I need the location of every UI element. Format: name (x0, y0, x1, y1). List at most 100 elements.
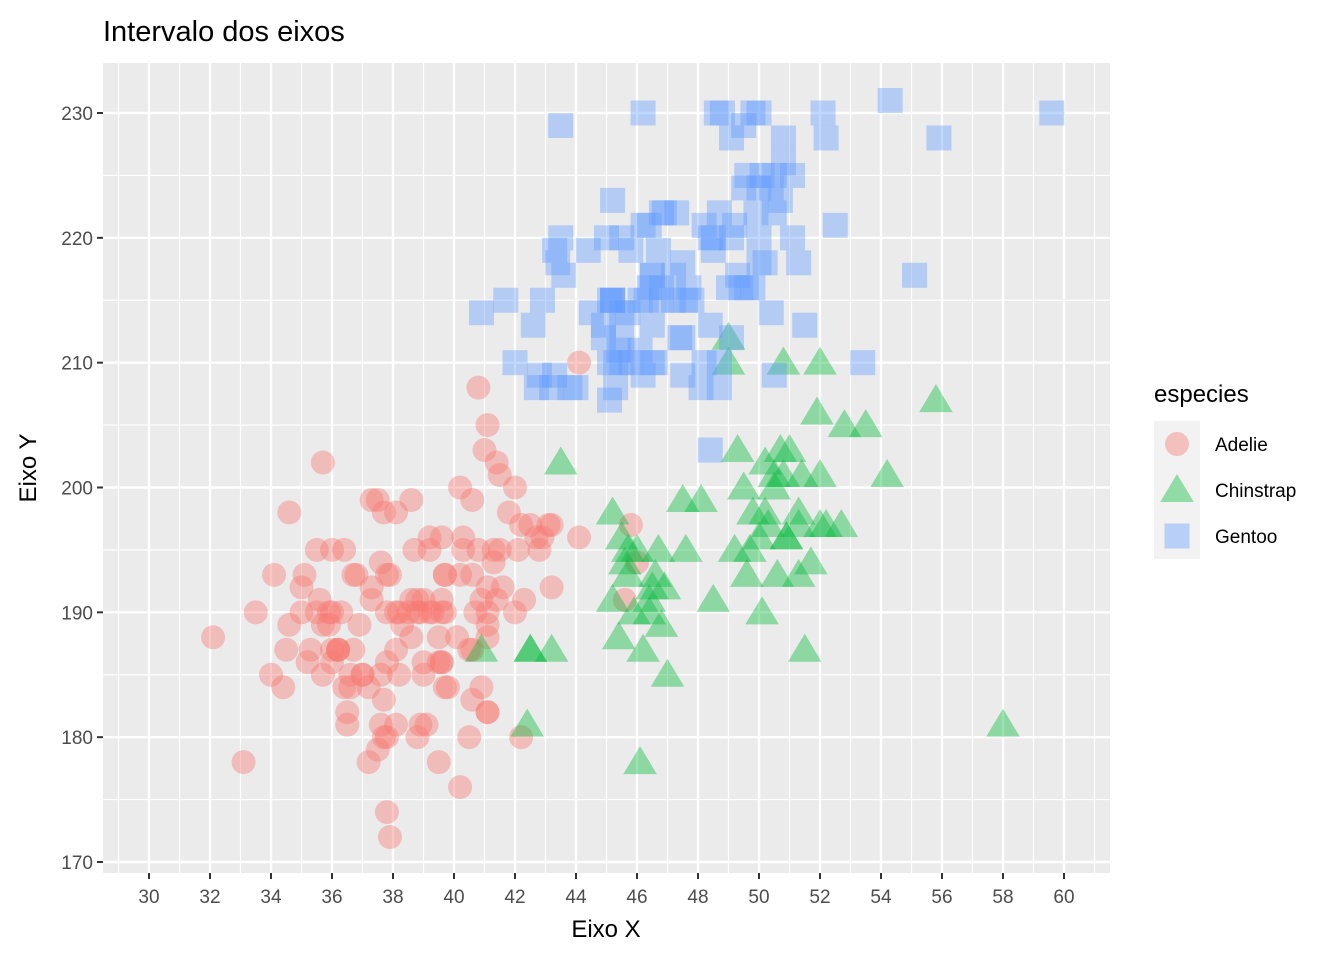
point-adelie (432, 675, 457, 700)
point-gentoo (740, 275, 766, 301)
point-adelie (371, 687, 396, 712)
point-gentoo (700, 237, 726, 263)
point-gentoo (926, 125, 952, 151)
point-adelie (377, 825, 402, 850)
x-tick-label: 36 (321, 887, 342, 908)
point-adelie (490, 575, 515, 600)
point-gentoo (691, 350, 717, 376)
point-adelie (539, 575, 564, 600)
point-adelie (262, 562, 287, 587)
point-gentoo (630, 100, 656, 126)
point-gentoo (642, 350, 668, 376)
point-gentoo (618, 237, 644, 263)
point-adelie (384, 637, 409, 662)
y-tick-label: 230 (61, 104, 93, 125)
point-gentoo (578, 300, 604, 326)
point-adelie (475, 700, 500, 725)
point-adelie (338, 675, 363, 700)
legend-label-chinstrap: Chinstrap (1215, 481, 1296, 502)
x-tick-label: 46 (626, 887, 647, 908)
x-axis-title: Eixo X (571, 916, 640, 943)
point-adelie (567, 525, 592, 550)
point-gentoo (597, 350, 623, 376)
point-gentoo (850, 350, 876, 376)
point-adelie (374, 800, 399, 825)
point-adelie (384, 712, 409, 737)
point-gentoo (691, 212, 717, 238)
point-adelie (320, 537, 344, 562)
point-adelie (457, 725, 482, 750)
y-axis: 170 180 190 200 210 220 230 (61, 104, 103, 874)
point-adelie (536, 512, 561, 537)
x-tick-label: 30 (138, 887, 159, 908)
point-adelie (201, 625, 226, 650)
point-gentoo (639, 312, 665, 338)
x-tick-label: 50 (748, 887, 769, 908)
legend-label-gentoo: Gentoo (1215, 527, 1277, 548)
point-gentoo (645, 237, 671, 263)
point-gentoo (719, 325, 745, 351)
y-tick-label: 200 (61, 479, 93, 500)
point-adelie (405, 725, 430, 750)
point-adelie (274, 637, 299, 662)
point-adelie (277, 612, 302, 637)
point-gentoo (661, 262, 687, 288)
x-tick-label: 60 (1053, 887, 1074, 908)
point-gentoo (539, 375, 565, 401)
point-gentoo (600, 287, 626, 313)
chart-title: Intervalo dos eixos (103, 16, 345, 48)
point-gentoo (761, 362, 787, 388)
point-gentoo (603, 375, 629, 401)
y-tick-label: 210 (61, 354, 93, 375)
legend-title: especies (1154, 381, 1249, 408)
x-tick-label: 40 (443, 887, 464, 908)
point-gentoo (609, 325, 635, 351)
point-adelie (417, 600, 442, 625)
point-adelie (243, 600, 268, 625)
point-adelie (310, 450, 335, 475)
x-tick-label: 42 (504, 887, 525, 908)
y-tick-label: 220 (61, 229, 93, 250)
point-adelie (448, 475, 473, 500)
point-gentoo (1039, 100, 1065, 126)
point-adelie (259, 662, 283, 687)
point-gentoo (780, 162, 806, 188)
point-gentoo (770, 125, 796, 151)
point-gentoo (813, 125, 839, 151)
point-gentoo (758, 300, 784, 326)
y-tick-label: 180 (61, 728, 93, 749)
point-gentoo (493, 287, 519, 313)
legend-label-adelie: Adelie (1215, 435, 1268, 456)
x-tick-label: 56 (931, 887, 952, 908)
point-adelie (426, 750, 451, 775)
point-adelie (429, 525, 454, 550)
point-gentoo (792, 312, 818, 338)
point-gentoo (731, 175, 757, 201)
point-adelie (365, 487, 390, 512)
point-gentoo (697, 437, 723, 463)
point-adelie (365, 737, 390, 762)
point-adelie (347, 612, 372, 637)
point-adelie (469, 675, 494, 700)
point-gentoo (520, 312, 546, 338)
point-gentoo (548, 112, 574, 138)
point-adelie (396, 600, 421, 625)
point-adelie (451, 525, 476, 550)
point-gentoo (810, 100, 836, 126)
point-adelie (374, 562, 399, 587)
point-adelie (307, 587, 332, 612)
point-adelie (277, 500, 302, 525)
point-gentoo (468, 300, 494, 326)
point-gentoo (767, 187, 793, 213)
point-gentoo (697, 312, 723, 338)
x-tick-label: 48 (687, 887, 708, 908)
x-tick-label: 44 (565, 887, 587, 908)
point-adelie (487, 463, 512, 488)
y-axis-title: Eixo Y (15, 434, 42, 503)
point-gentoo (780, 225, 806, 251)
point-gentoo (877, 88, 903, 114)
point-gentoo (743, 200, 769, 226)
point-gentoo (648, 200, 674, 226)
point-adelie (335, 712, 360, 737)
legend: especies Adelie Chinstrap Gentoo (1154, 381, 1296, 559)
